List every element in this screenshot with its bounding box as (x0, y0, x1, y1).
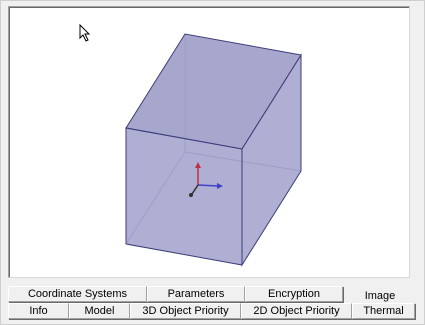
tab-2d-object-priority[interactable]: 2D Object Priority (241, 303, 352, 319)
properties-panel: Coordinate Systems Parameters Encryption… (0, 0, 425, 325)
tab-coordinate-systems[interactable]: Coordinate Systems (8, 286, 147, 302)
tab-encryption[interactable]: Encryption (245, 286, 343, 302)
tab-parameters[interactable]: Parameters (147, 286, 245, 302)
tab-model[interactable]: Model (69, 303, 130, 319)
box-front-face (125, 127, 243, 266)
tab-thermal[interactable]: Thermal (352, 303, 415, 319)
tab-info[interactable]: Info (8, 303, 69, 319)
mouse-cursor-icon (79, 24, 91, 42)
tab-3d-object-priority[interactable]: 3D Object Priority (130, 303, 241, 319)
3d-preview-canvas (125, 33, 302, 267)
tab-image[interactable]: Image (345, 288, 415, 304)
3d-preview-viewport[interactable] (8, 6, 410, 278)
